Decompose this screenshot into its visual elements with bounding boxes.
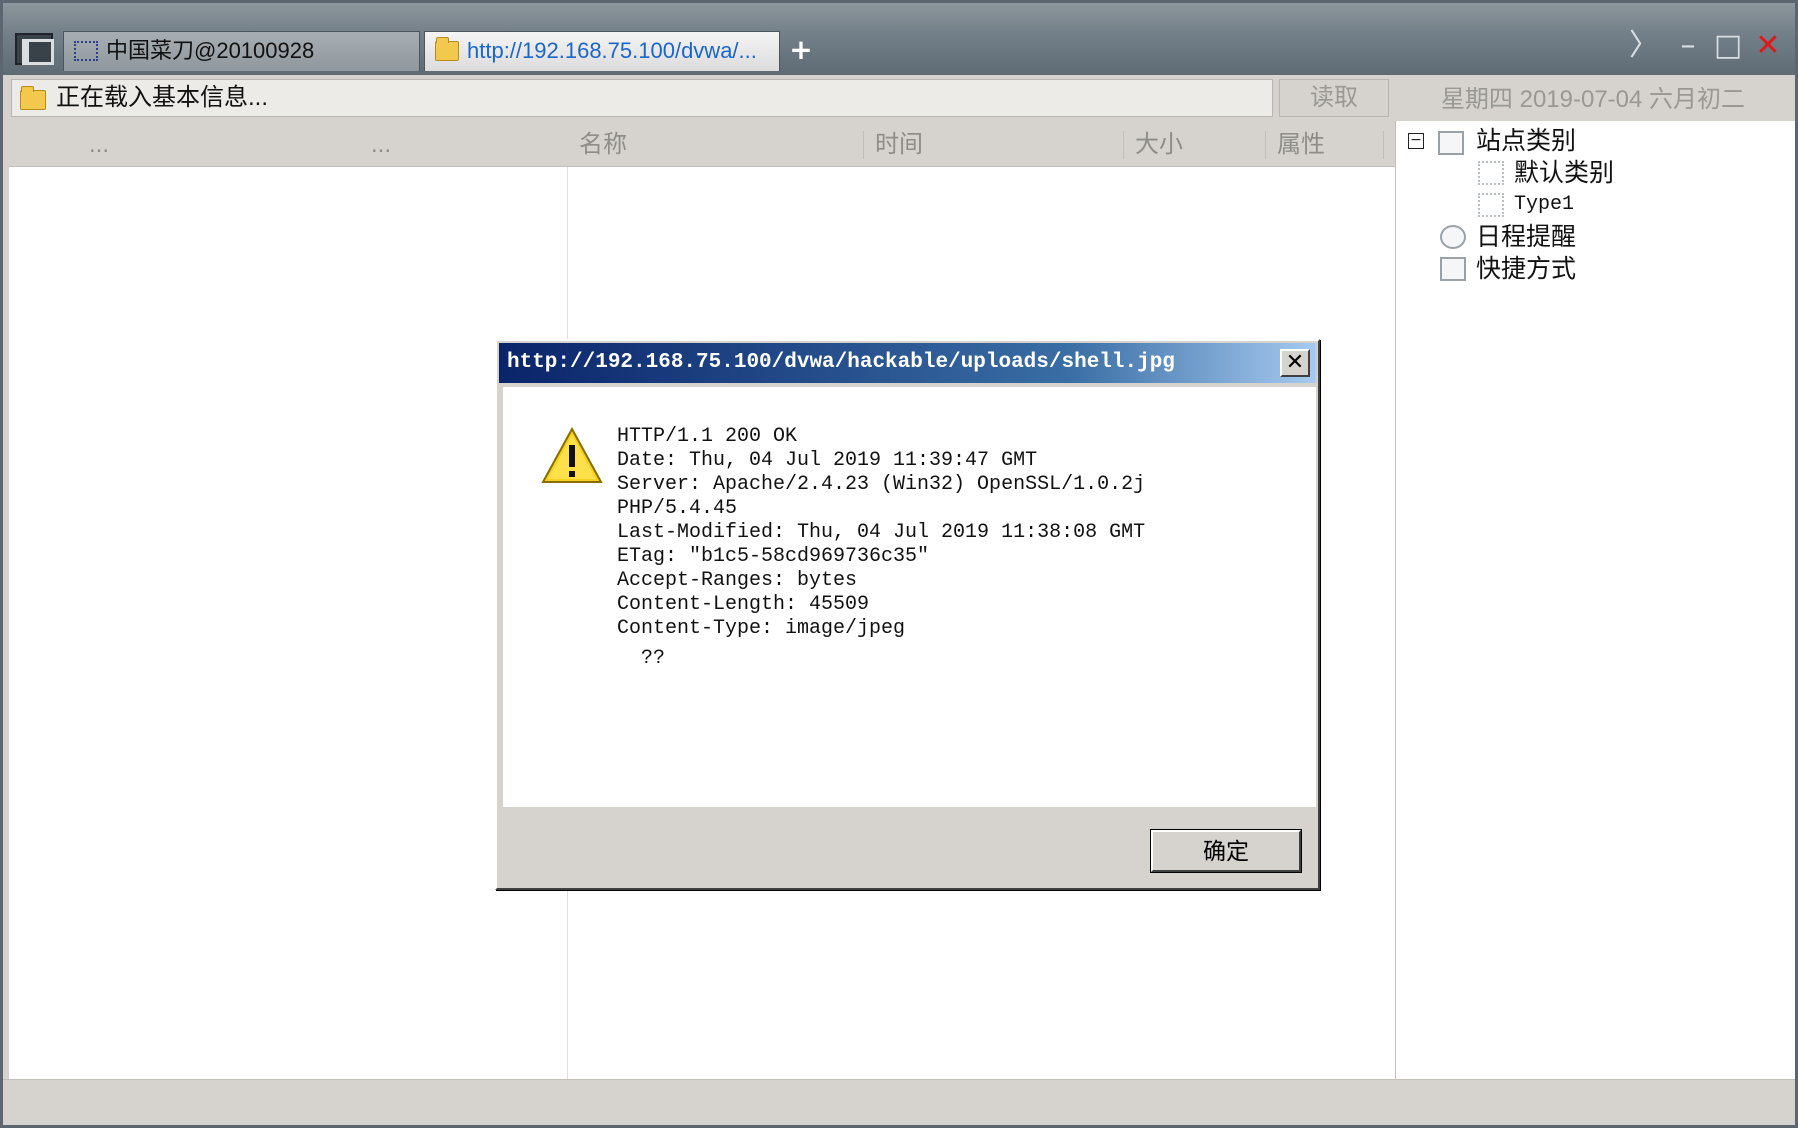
column-header-time[interactable]: 时间 [875,123,923,167]
response-header-line: Accept-Ranges: bytes [617,569,858,592]
close-button[interactable]: ✕ [1751,29,1785,63]
tab-strip: 中国菜刀@20100928 http://192.168.75.100/dvwa… [3,3,1795,75]
dialog-titlebar[interactable]: http://192.168.75.100/dvwa/hackable/uplo… [499,343,1316,383]
response-headers: HTTP/1.1 200 OK Date: Thu, 04 Jul 2019 11… [617,425,1297,641]
tab-label: 中国菜刀@20100928 [106,38,315,63]
tab-dvwa-url[interactable]: http://192.168.75.100/dvwa/... [424,31,780,71]
folder-icon [435,37,459,61]
date-display: 星期四 2019-07-04 六月初二 [1440,86,1746,113]
ok-button[interactable]: 确定 [1150,829,1302,873]
maximize-button[interactable]: □ [1711,29,1745,63]
column-header-dots[interactable]: ... [371,123,391,167]
response-header-line: PHP/5.4.45 [617,497,738,520]
address-input[interactable]: 正在载入基本信息... [11,79,1273,117]
folder-icon [1478,193,1504,217]
category-icon [1438,131,1464,155]
response-header-line: Content-Length: 45509 [617,593,870,616]
app-window: 中国菜刀@20100928 http://192.168.75.100/dvwa… [0,0,1798,1128]
address-row: 正在载入基本信息... 读取 星期四 2019-07-04 六月初二 [3,75,1795,121]
column-separator [863,131,864,159]
tree-item-schedule[interactable]: 日程提醒 [1476,221,1576,253]
tab-label: http://192.168.75.100/dvwa/... [467,38,757,63]
response-header-line: ETag: "b1c5-58cd969736c35" [617,545,930,568]
minimize-button[interactable]: – [1671,29,1705,63]
tree-item-type1[interactable]: Type1 [1514,189,1574,221]
warning-icon [541,427,603,483]
column-header-name[interactable]: 名称 [579,123,627,167]
tab-caidao-home[interactable]: 中国菜刀@20100928 [63,31,420,71]
column-header: ... ... 名称 时间 大小 属性 [9,123,1395,167]
read-button[interactable]: 读取 [1279,79,1389,117]
column-separator [1123,131,1124,159]
tree-item-shortcuts[interactable]: 快捷方式 [1476,253,1576,285]
page-icon [74,41,98,61]
status-bar [3,1079,1795,1125]
clock-icon [1440,225,1466,249]
column-separator [1265,131,1266,159]
shortcut-icon [1440,257,1466,281]
response-dialog: http://192.168.75.100/dvwa/hackable/uplo… [495,339,1320,890]
dialog-title: http://192.168.75.100/dvwa/hackable/uplo… [507,351,1175,374]
sidebar-toggle-icon[interactable] [15,33,54,65]
response-header-line: HTTP/1.1 200 OK [617,425,798,448]
column-separator [1383,131,1384,159]
column-header-size[interactable]: 大小 [1135,123,1183,167]
response-body-text: ?? [641,647,666,670]
response-header-line: Last-Modified: Thu, 04 Jul 2019 11:38:08… [617,521,1146,544]
add-tab-button[interactable]: + [789,35,813,65]
dialog-close-button[interactable]: ✕ [1280,349,1310,377]
response-header-line: Content-Type: image/jpeg [617,617,906,640]
collapse-icon[interactable]: − [1408,133,1424,149]
site-tree-pane: − 站点类别 默认类别 Type1 日程提醒 快捷方式 [1395,121,1795,1079]
dialog-body: HTTP/1.1 200 OK Date: Thu, 04 Jul 2019 11… [503,387,1316,807]
tree-item-site-categories[interactable]: 站点类别 [1476,125,1576,157]
folder-icon [20,86,46,110]
folder-icon [1478,161,1504,185]
tree-item-default-category[interactable]: 默认类别 [1514,157,1614,189]
response-header-line: Date: Thu, 04 Jul 2019 11:39:47 GMT [617,449,1038,472]
response-header-line: Server: Apache/2.4.23 (Win32) OpenSSL/1.… [617,473,1146,496]
column-header-dots[interactable]: ... [89,123,109,167]
forward-icon[interactable]: 〉 [1627,29,1661,63]
address-value: 正在载入基本信息... [56,84,269,111]
column-header-attr[interactable]: 属性 [1277,123,1325,167]
